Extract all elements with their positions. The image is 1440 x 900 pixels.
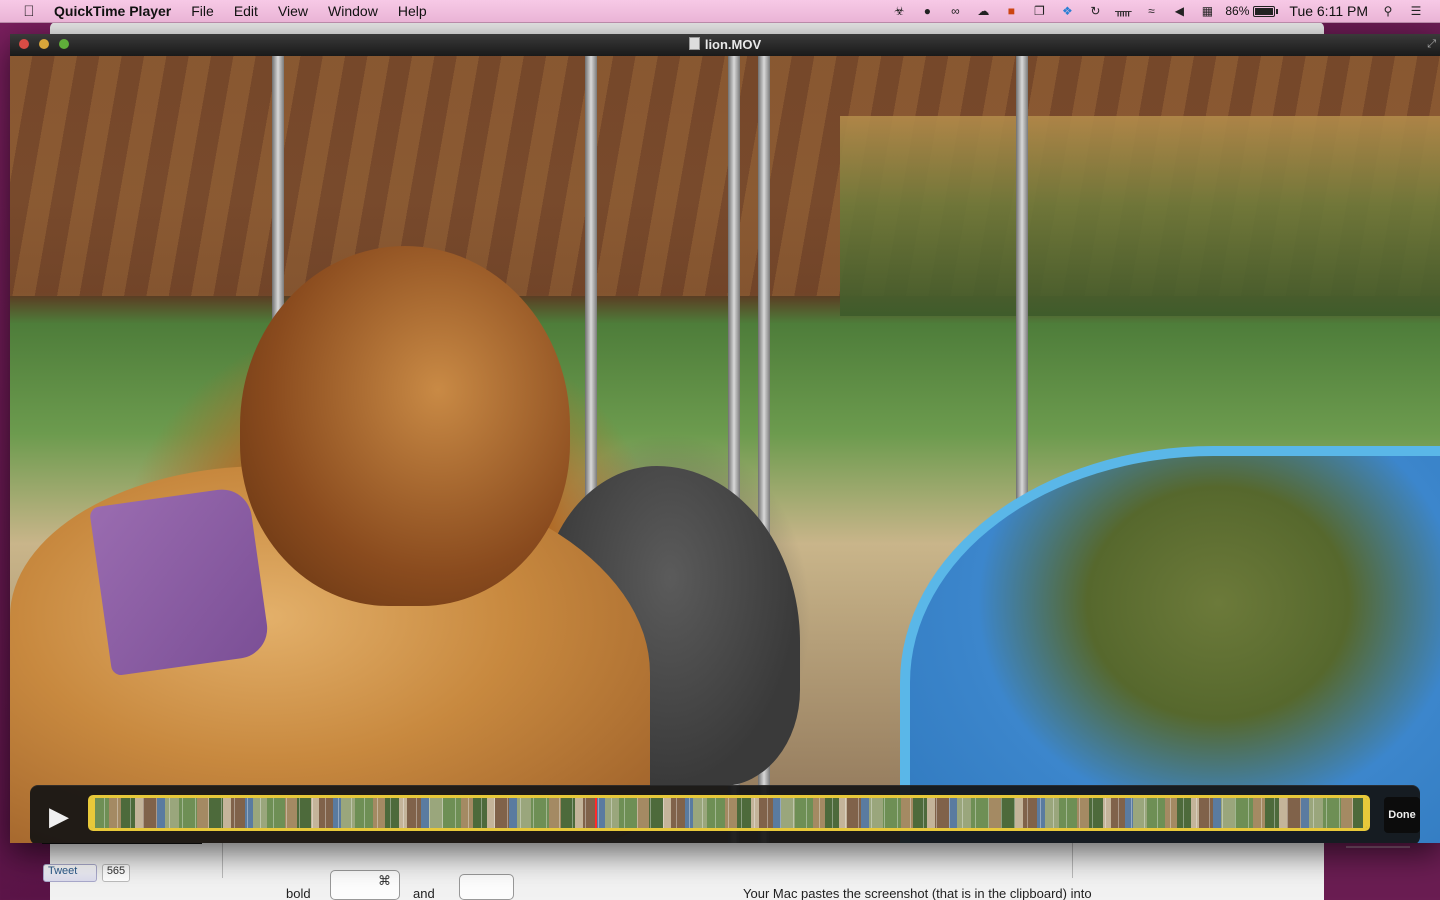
play-button[interactable]: ▶ xyxy=(42,799,76,833)
skype-icon[interactable]: ● xyxy=(919,3,935,19)
menu-bar:  QuickTime Player File Edit View Window… xyxy=(0,0,1440,23)
keycap-command-label: ⌘ xyxy=(378,873,391,888)
trim-control-bar: ▶ Done xyxy=(30,785,1420,843)
menu-clock[interactable]: Tue 6:11 PM xyxy=(1289,3,1368,19)
cloud-icon[interactable]: ☁ xyxy=(975,3,991,19)
menu-app-name[interactable]: QuickTime Player xyxy=(54,3,171,19)
movie-document-icon xyxy=(688,37,700,50)
fullscreen-icon[interactable]: ⤢ xyxy=(1427,38,1436,51)
trim-filmstrip[interactable] xyxy=(88,795,1370,831)
menu-edit[interactable]: Edit xyxy=(234,3,258,19)
video-frame[interactable]: ▶ Done xyxy=(10,56,1440,843)
quicktime-window: lion.MOV ⤢ ▶ Done xyxy=(10,34,1440,843)
menu-file[interactable]: File xyxy=(191,3,214,19)
video-lion-head xyxy=(240,246,570,606)
trim-end-handle[interactable] xyxy=(1363,798,1367,828)
trim-start-handle[interactable] xyxy=(91,798,95,828)
tweet-count: 565 xyxy=(102,864,130,882)
dropbox-icon[interactable]: ❖ xyxy=(1059,3,1075,19)
glasses-icon[interactable]: ∞ xyxy=(947,3,963,19)
notification-center-icon[interactable]: ☰ xyxy=(1408,3,1424,19)
video-painted-panel xyxy=(900,446,1440,843)
play-icon: ▶ xyxy=(49,801,69,831)
calendar-icon[interactable]: ▦ xyxy=(1199,3,1215,19)
spotlight-icon[interactable]: ⚲ xyxy=(1380,3,1396,19)
battery-icon[interactable] xyxy=(1253,5,1279,17)
background-text-and: and xyxy=(413,886,435,900)
window-titlebar[interactable]: lion.MOV ⤢ xyxy=(10,34,1440,57)
menu-window[interactable]: Window xyxy=(328,3,378,19)
background-page-strip xyxy=(50,842,1324,900)
apple-menu-icon[interactable]:  xyxy=(18,3,40,20)
battery-percent: 86% xyxy=(1225,4,1250,18)
window-title: lion.MOV xyxy=(10,37,1440,52)
wifi-icon[interactable]: ≈ xyxy=(1143,3,1159,19)
menu-view[interactable]: View xyxy=(278,3,308,19)
bluetooth-icon[interactable]: ᚅ xyxy=(1115,3,1131,19)
screens-icon[interactable]: ❐ xyxy=(1031,3,1047,19)
window-title-text: lion.MOV xyxy=(704,37,762,52)
video-carousel-mural xyxy=(840,116,1440,316)
menu-help[interactable]: Help xyxy=(398,3,427,19)
pdf-icon[interactable]: ■ xyxy=(1003,3,1019,19)
menu-items: QuickTime Player File Edit View Window H… xyxy=(54,3,447,19)
volume-icon[interactable]: ◀ xyxy=(1171,3,1187,19)
time-machine-icon[interactable]: ↻ xyxy=(1087,3,1103,19)
video-lion-saddle xyxy=(88,485,272,677)
keycap-blank xyxy=(459,874,514,900)
battery-fill xyxy=(1255,7,1273,15)
background-sentence: Your Mac pastes the screenshot (that is … xyxy=(743,886,1092,900)
done-button[interactable]: Done xyxy=(1384,797,1420,833)
background-text-bold: bold xyxy=(286,886,311,900)
tweet-label: Tweet xyxy=(48,865,78,877)
playhead[interactable] xyxy=(595,798,598,828)
evernote-icon[interactable]: ☣ xyxy=(891,3,907,19)
tweet-button[interactable]: Tweet xyxy=(43,864,97,882)
desktop-edge xyxy=(1324,840,1440,900)
desktop-edge-line xyxy=(1346,846,1410,848)
menu-extras: ☣ ● ∞ ☁ ■ ❐ ❖ ↻ ᚅ ≈ ◀ ▦ 86% Tue 6:11 PM … xyxy=(879,0,1424,22)
keycap-command: ⌘ xyxy=(330,870,400,900)
